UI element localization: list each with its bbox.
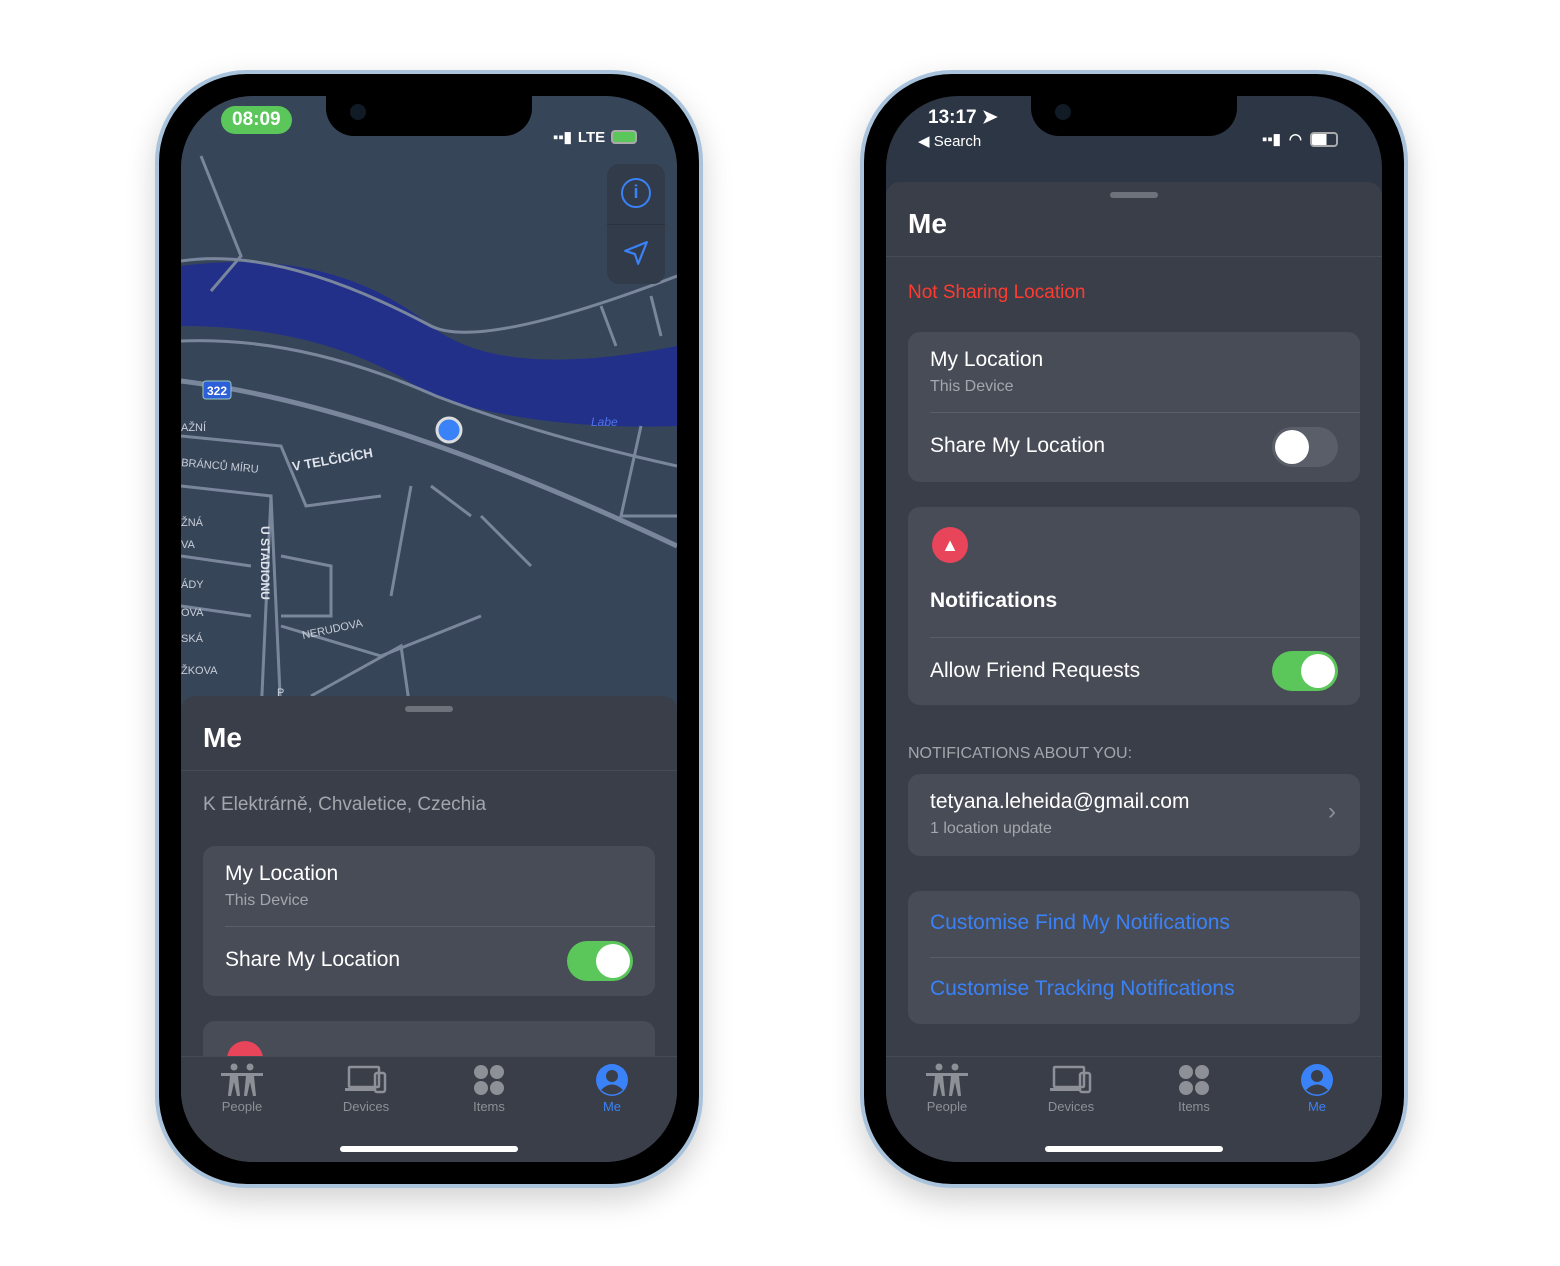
tab-me[interactable]: Me xyxy=(1272,1063,1362,1114)
notification-about-you-item[interactable]: tetyana.leheida@gmail.com 1 location upd… xyxy=(908,774,1360,856)
current-location-dot xyxy=(435,416,463,444)
tab-label: Me xyxy=(1307,1099,1327,1114)
tab-label: Devices xyxy=(1047,1099,1095,1114)
tab-label: People xyxy=(221,1099,263,1114)
route-badge-label: 322 xyxy=(207,384,227,398)
status-time: 08:09 xyxy=(221,106,292,134)
street-label: ŽKOVA xyxy=(181,664,218,677)
battery-charging-icon xyxy=(611,130,638,144)
me-icon xyxy=(1301,1064,1333,1096)
tab-label: Items xyxy=(473,1099,505,1114)
street-label: VA xyxy=(181,539,196,551)
street-label: AŽNÍ xyxy=(181,421,207,434)
devices-icon xyxy=(345,1065,387,1094)
tab-label: Devices xyxy=(342,1099,390,1114)
tab-bar: People Devices Items Me xyxy=(181,1056,677,1162)
back-label: Search xyxy=(933,133,982,150)
links-card: Customise Find My Notifications Customis… xyxy=(908,891,1360,1024)
people-icon xyxy=(221,1063,263,1096)
tab-label: People xyxy=(926,1099,968,1114)
signal-icon: ▪▪▮ xyxy=(1262,131,1281,148)
back-triangle-icon: ◀ xyxy=(918,133,930,150)
share-location-label: Share My Location xyxy=(930,434,1106,457)
my-location-label: My Location xyxy=(930,348,1044,371)
tab-devices[interactable]: Devices xyxy=(1026,1063,1116,1114)
share-location-toggle[interactable] xyxy=(567,941,633,981)
bell-icon: ▲ xyxy=(932,527,968,563)
items-icon xyxy=(1179,1065,1209,1095)
my-location-sub: This Device xyxy=(930,378,1014,395)
not-sharing-warning: Not Sharing Location xyxy=(908,282,1086,303)
map[interactable]: 322 Labe V TELČICÍCH U STADIONU NERUDOVA… xyxy=(181,96,677,716)
status-indicators: ▪▪▮ ◠ xyxy=(1262,114,1338,164)
battery-icon xyxy=(1309,131,1338,147)
location-card: My Location This Device Share My Locatio… xyxy=(908,332,1360,482)
info-icon: i xyxy=(633,182,639,202)
info-button[interactable]: i xyxy=(621,178,651,208)
tab-label: Items xyxy=(1178,1099,1210,1114)
tab-label: Me xyxy=(602,1099,622,1114)
sheet-title: Me xyxy=(203,722,242,753)
tab-devices[interactable]: Devices xyxy=(321,1063,411,1114)
devices-icon xyxy=(1050,1065,1092,1094)
location-arrow-icon[interactable] xyxy=(623,240,649,266)
home-indicator[interactable] xyxy=(1045,1146,1223,1152)
status-indicators: ▪▪▮ LTE xyxy=(553,112,638,162)
right-screen: 13:17 ➤ ◀ Search ▪▪▮ ◠ Me Not Sharing Loc… xyxy=(886,96,1382,1162)
home-indicator[interactable] xyxy=(340,1146,518,1152)
my-location-sub: This Device xyxy=(225,892,309,909)
tab-bar: People Devices Items Me xyxy=(886,1056,1382,1162)
section-header: NOTIFICATIONS ABOUT YOU: xyxy=(908,745,1133,762)
tab-items[interactable]: Items xyxy=(1149,1063,1239,1114)
customise-tracking-link[interactable]: Customise Tracking Notifications xyxy=(930,977,1235,1001)
street-label: U STADIONU xyxy=(258,526,272,600)
river-label: Labe xyxy=(591,415,618,429)
notifications-title: Notifications xyxy=(930,589,1058,612)
signal-icon: ▪▪▮ xyxy=(553,129,572,146)
share-location-toggle[interactable] xyxy=(1272,427,1338,467)
sheet-grabber[interactable] xyxy=(1110,192,1158,198)
allow-friend-requests-label: Allow Friend Requests xyxy=(930,659,1141,682)
items-icon xyxy=(474,1065,504,1095)
left-screen: 08:09 ▪▪▮ LTE 322 Labe V TELČICÍCH U STA… xyxy=(181,96,677,1162)
tab-people[interactable]: People xyxy=(197,1063,287,1114)
people-icon xyxy=(926,1063,968,1096)
right-phone: 13:17 ➤ ◀ Search ▪▪▮ ◠ Me Not Sharing Loc… xyxy=(860,70,1408,1188)
location-card: My Location This Device Share My Locatio… xyxy=(203,846,655,996)
customise-find-my-link[interactable]: Customise Find My Notifications xyxy=(930,911,1230,935)
street-label: ŽNÁ xyxy=(181,516,204,529)
street-label: ÁDY xyxy=(181,578,204,591)
network-label: LTE xyxy=(577,128,606,146)
tab-people[interactable]: People xyxy=(902,1063,992,1114)
me-icon xyxy=(596,1064,628,1096)
street-label: SKÁ xyxy=(181,632,204,645)
chevron-right-icon: › xyxy=(1328,798,1336,825)
wifi-icon: ◠ xyxy=(1288,131,1302,148)
notch xyxy=(326,96,532,136)
map-controls: i xyxy=(607,164,665,284)
notifications-card: ▲ Notifications Allow Friend Requests xyxy=(908,507,1360,705)
location-services-icon: ➤ xyxy=(981,107,998,128)
update-count: 1 location update xyxy=(930,820,1052,837)
sheet-grabber[interactable] xyxy=(405,706,453,712)
me-sheet: Me Not Sharing Location My Location This… xyxy=(886,182,1382,1162)
tab-items[interactable]: Items xyxy=(444,1063,534,1114)
camera xyxy=(1055,104,1071,120)
share-location-label: Share My Location xyxy=(225,948,401,971)
back-to-search[interactable]: ◀ Search xyxy=(918,132,981,182)
camera xyxy=(350,104,366,120)
street-label: OVA xyxy=(181,607,204,619)
email: tetyana.leheida@gmail.com xyxy=(930,790,1190,813)
my-location-label: My Location xyxy=(225,862,339,885)
left-phone: 08:09 ▪▪▮ LTE 322 Labe V TELČICÍCH U STA… xyxy=(155,70,703,1188)
notch xyxy=(1031,96,1237,136)
allow-friend-requests-toggle[interactable] xyxy=(1272,651,1338,691)
sheet-title: Me xyxy=(908,208,947,239)
address: K Elektrárně, Chvaletice, Czechia xyxy=(203,794,487,815)
tab-me[interactable]: Me xyxy=(567,1063,657,1114)
time: 13:17 xyxy=(928,107,977,128)
